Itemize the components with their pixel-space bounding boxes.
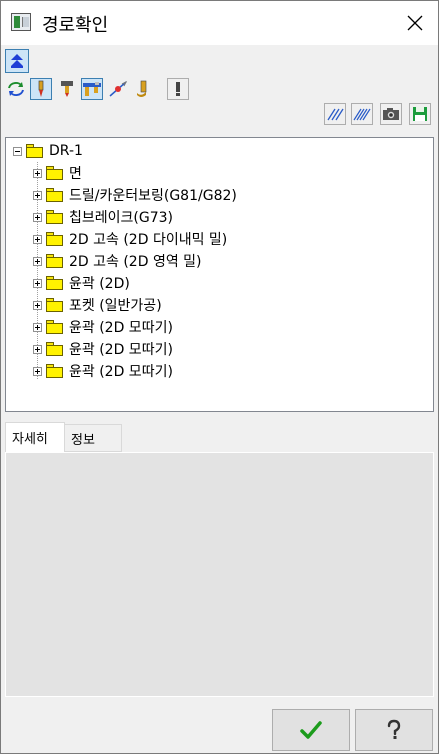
help-question-icon <box>387 719 401 739</box>
hatch-lines-button[interactable] <box>324 103 346 125</box>
close-button[interactable] <box>392 1 438 45</box>
tab-detail[interactable]: 자세히 <box>5 422 65 452</box>
tool-pin-button[interactable] <box>30 78 52 100</box>
app-icon <box>11 13 31 31</box>
ball-end-tool-button[interactable] <box>132 78 154 100</box>
camera-icon <box>383 108 399 120</box>
expand-box-icon[interactable] <box>33 300 42 310</box>
warning-button[interactable] <box>167 78 189 100</box>
camera-button[interactable] <box>380 103 402 125</box>
tree-node-label: 포켓 (일반가공) <box>69 298 162 314</box>
tab-info[interactable]: 정보 <box>65 424 122 452</box>
tree-node-label: 윤곽 (2D 모따기) <box>69 342 173 358</box>
tree-node[interactable]: 2D 고속 (2D 영역 밀) <box>33 251 202 271</box>
folder-icon <box>46 232 64 246</box>
folder-icon <box>46 210 64 224</box>
refresh-cycle-icon <box>8 82 24 96</box>
hatch-lines-icon <box>327 108 344 121</box>
tree-node[interactable]: 윤곽 (2D 모따기) <box>33 361 173 381</box>
folder-icon <box>46 276 64 290</box>
folder-icon <box>46 166 64 180</box>
toolpath-tree[interactable]: DR-1 면 드릴/카운터보링(G81/G82) 칩브레이크(G73) 2D 고… <box>5 137 434 412</box>
tool-pin-icon <box>38 80 44 97</box>
mill-holder-button[interactable] <box>81 78 103 100</box>
folder-icon <box>46 298 64 312</box>
expand-box-icon[interactable] <box>33 234 42 244</box>
path-point-icon <box>109 80 128 97</box>
hatch-dense-button[interactable] <box>351 103 373 125</box>
save-button[interactable] <box>409 103 431 125</box>
expand-box-icon[interactable] <box>33 168 42 178</box>
tree-root-label: DR-1 <box>49 143 83 159</box>
drill-tool-button[interactable] <box>56 78 78 100</box>
tree-node[interactable]: 포켓 (일반가공) <box>33 295 162 315</box>
tree-node-label: 드릴/카운터보링(G81/G82) <box>69 188 237 204</box>
tree-node-label: 2D 고속 (2D 영역 밀) <box>69 254 202 270</box>
tree-node[interactable]: 2D 고속 (2D 다이내믹 밀) <box>33 229 227 249</box>
expand-box-icon[interactable] <box>33 344 42 354</box>
tree-node[interactable]: 칩브레이크(G73) <box>33 207 173 227</box>
collapse-up-icon <box>11 54 23 68</box>
expand-box-icon[interactable] <box>33 256 42 266</box>
path-verify-window: 경로확인 DR-1 면 드릴/카운터보링(G81/G82) 칩브레이크(G73)… <box>0 0 439 754</box>
folder-icon <box>46 254 64 268</box>
check-icon <box>300 721 322 739</box>
folder-icon <box>46 364 64 378</box>
expand-box-icon[interactable] <box>33 190 42 200</box>
tree-node[interactable]: 윤곽 (2D) <box>33 273 130 293</box>
tree-node-label: 2D 고속 (2D 다이내믹 밀) <box>69 232 228 248</box>
path-point-button[interactable] <box>107 78 129 100</box>
folder-icon <box>46 188 64 202</box>
expand-box-icon[interactable] <box>33 322 42 332</box>
folder-icon <box>46 342 64 356</box>
expand-box-icon[interactable] <box>33 212 42 222</box>
expand-box-icon[interactable] <box>33 278 42 288</box>
window-title: 경로확인 <box>42 15 109 36</box>
tree-node-label: 윤곽 (2D) <box>69 276 130 292</box>
warning-exclamation-icon <box>176 82 180 96</box>
tree-node-root[interactable]: DR-1 <box>13 141 83 161</box>
mill-holder-icon <box>83 82 101 96</box>
tree-node-label: 윤곽 (2D 모따기) <box>69 364 173 380</box>
expand-box-icon[interactable] <box>33 366 42 376</box>
hatch-dense-icon <box>353 108 371 121</box>
tree-node-label: 윤곽 (2D 모따기) <box>69 320 173 336</box>
folder-icon <box>46 320 64 334</box>
ball-end-tool-icon <box>137 80 147 97</box>
detail-panel <box>5 452 434 697</box>
ok-button[interactable] <box>272 709 350 751</box>
title-bar: 경로확인 <box>1 1 438 45</box>
tree-node[interactable]: 윤곽 (2D 모따기) <box>33 339 173 359</box>
save-disk-icon <box>413 107 427 121</box>
help-button[interactable] <box>355 709 433 751</box>
tree-node-label: 칩브레이크(G73) <box>69 210 173 226</box>
tree-node[interactable]: 면 <box>33 163 82 183</box>
drill-tool-icon <box>61 81 73 97</box>
collapse-box-icon[interactable] <box>13 146 22 156</box>
tree-node[interactable]: 드릴/카운터보링(G81/G82) <box>33 185 237 205</box>
folder-icon <box>26 144 44 158</box>
close-icon <box>407 15 423 31</box>
collapse-up-button[interactable] <box>5 49 29 73</box>
tree-node[interactable]: 윤곽 (2D 모따기) <box>33 317 173 337</box>
tree-node-label: 면 <box>69 166 82 182</box>
refresh-button[interactable] <box>5 78 27 100</box>
